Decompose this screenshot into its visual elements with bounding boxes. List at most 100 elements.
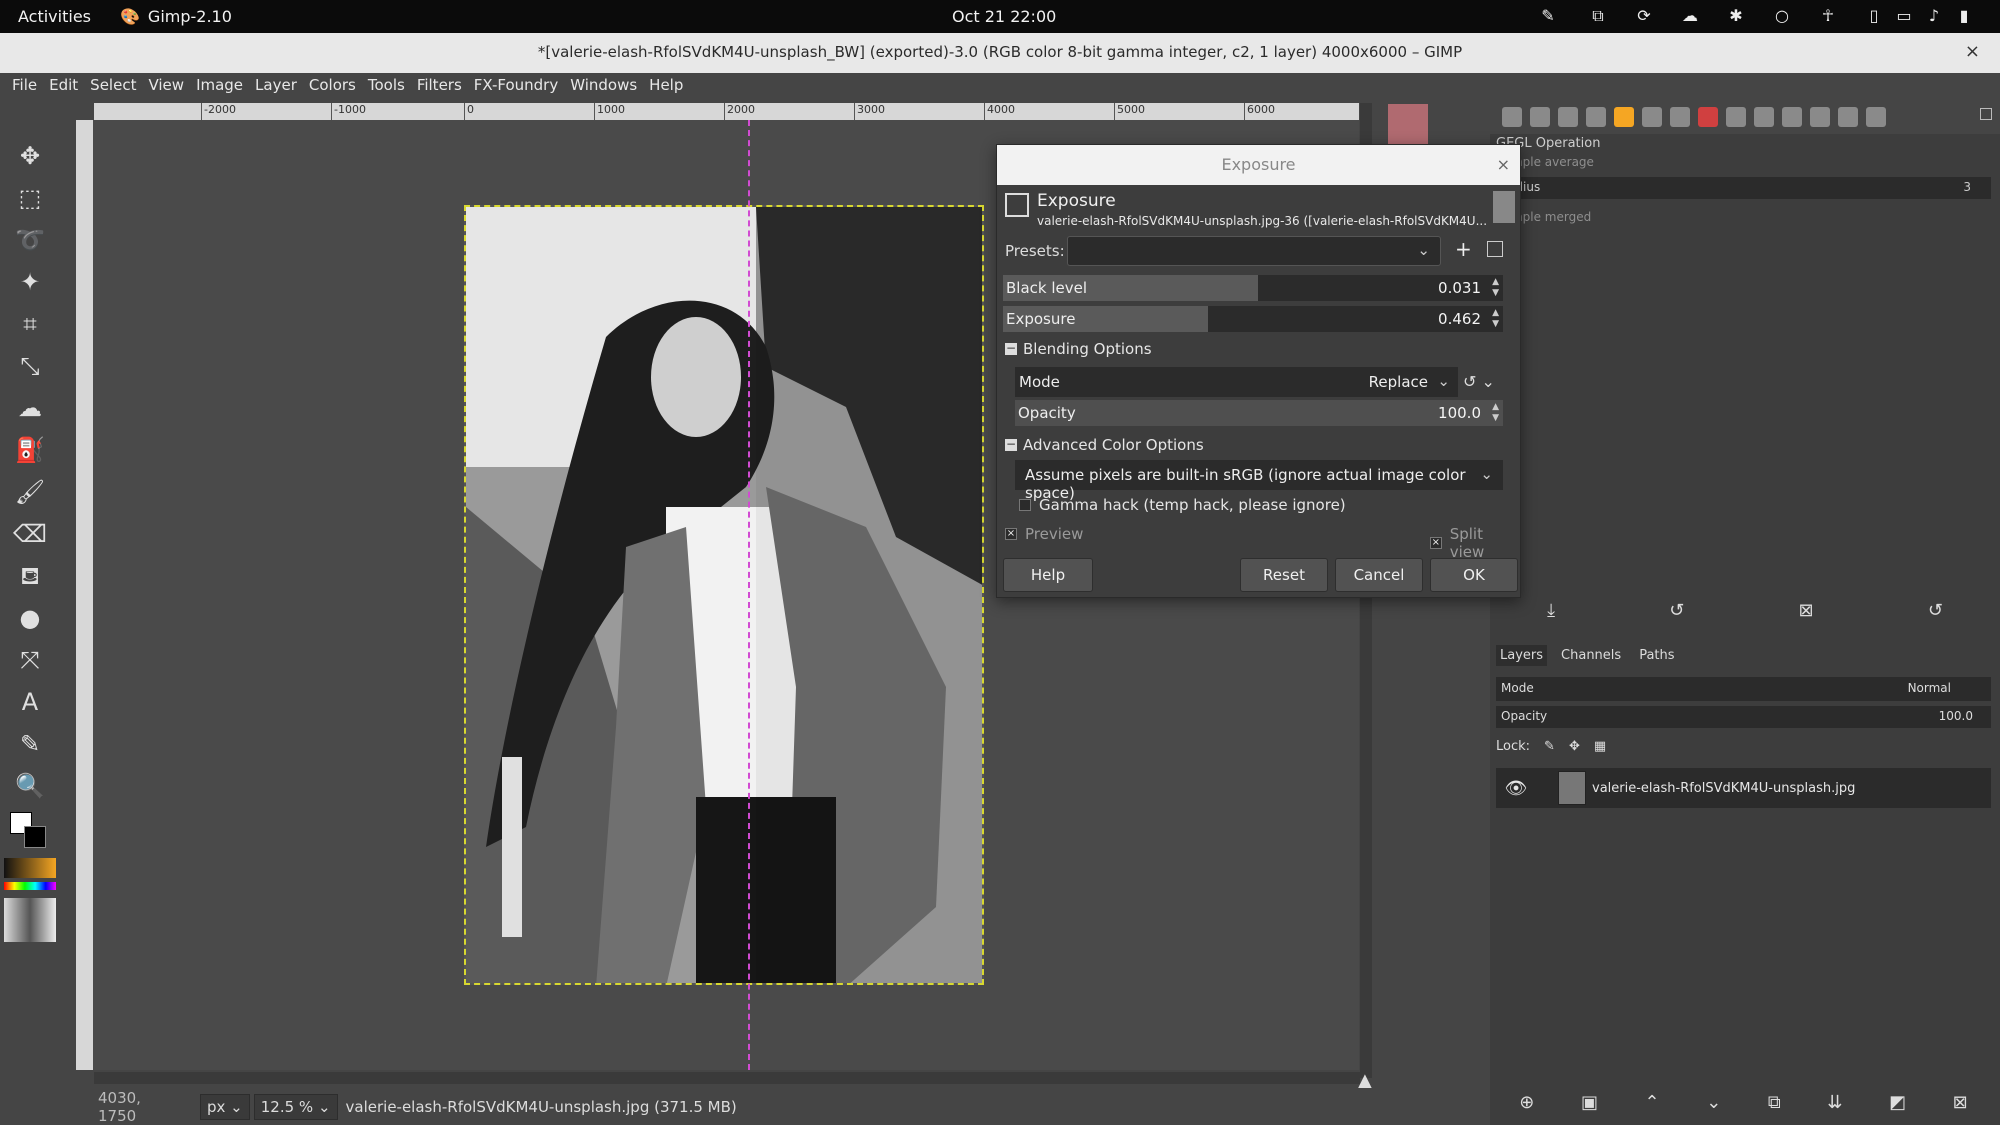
bucket-fill-tool-icon[interactable]: ⛽ [12, 432, 48, 468]
layer-mode-select[interactable]: Mode Normal [1496, 677, 1991, 701]
spin-arrows-icon[interactable]: ▲ ▼ [1492, 277, 1499, 299]
window-close-button[interactable]: × [1965, 41, 1980, 62]
save-options-icon[interactable]: ⤓ [1547, 600, 1555, 621]
transform-tool-icon[interactable]: ⤡ [12, 348, 48, 384]
radius-slider[interactable]: Radius 3 [1496, 177, 1991, 199]
crop-tool-icon[interactable]: ⌗ [12, 306, 48, 342]
blend-mode-select[interactable]: Mode Replace ⌄ [1015, 367, 1458, 397]
dialog-close-button[interactable]: × [1497, 145, 1510, 185]
color-picker-tool-icon[interactable]: ✎ [12, 726, 48, 762]
move-tool-icon[interactable]: ✥ [12, 138, 48, 174]
help-button[interactable]: Help [1003, 558, 1093, 592]
add-mask-icon[interactable]: ◩ [1889, 1092, 1906, 1120]
gradient-icon[interactable] [1614, 107, 1634, 127]
templates-icon[interactable] [1726, 107, 1746, 127]
sync-icon[interactable]: ⟳ [1634, 6, 1654, 26]
advanced-color-options-expander[interactable]: − Advanced Color Options [1005, 436, 1204, 454]
rect-select-tool-icon[interactable]: ⬚ [12, 180, 48, 216]
blending-options-expander[interactable]: − Blending Options [1005, 340, 1152, 358]
tab-paths[interactable]: Paths [1635, 645, 1678, 666]
menu-view[interactable]: View [142, 73, 190, 99]
menu-windows[interactable]: Windows [564, 73, 643, 99]
menu-file[interactable]: File [6, 73, 43, 99]
undo-history-icon[interactable] [1558, 107, 1578, 127]
zoom-tool-icon[interactable]: 🔍 [12, 768, 48, 804]
menu-fx-foundry[interactable]: FX-Foundry [468, 73, 564, 99]
circle-icon[interactable]: ○ [1772, 6, 1792, 26]
lower-layer-icon[interactable]: ⌄ [1706, 1092, 1721, 1120]
black-level-slider[interactable]: Black level 0.031 ▲ ▼ [1003, 275, 1503, 301]
volume-icon[interactable]: ♪ [1924, 6, 1944, 26]
visibility-eye-icon[interactable]: 👁 [1496, 778, 1536, 799]
lock-position-icon[interactable]: ✥ [1569, 739, 1580, 754]
restore-options-icon[interactable]: ↺ [1669, 600, 1684, 621]
lock-pixels-icon[interactable]: ✎ [1544, 739, 1555, 754]
layer-item[interactable]: 👁 valerie-elash-RfolSVdKM4U-unsplash.jpg [1496, 768, 1991, 808]
tab-layers[interactable]: Layers [1496, 645, 1548, 666]
exposure-slider[interactable]: Exposure 0.462 ▲ ▼ [1003, 306, 1503, 332]
tab-channels[interactable]: Channels [1557, 645, 1625, 666]
image-brush-preview[interactable] [4, 898, 56, 942]
image-tab-thumbnail[interactable] [1388, 104, 1428, 144]
zoom-select[interactable]: 12.5 % ⌄ [253, 1093, 338, 1120]
palette-icon[interactable] [1698, 107, 1718, 127]
pointer-icon[interactable] [1754, 107, 1774, 127]
menu-edit[interactable]: Edit [43, 73, 84, 99]
duplicate-layer-icon[interactable]: ⧉ [1768, 1092, 1781, 1120]
buffers-icon[interactable] [1810, 107, 1830, 127]
paths-tool-icon[interactable]: ⤧ [12, 642, 48, 678]
horizontal-scrollbar[interactable] [94, 1072, 1360, 1084]
raise-layer-icon[interactable]: ⌃ [1645, 1092, 1660, 1120]
delete-layer-icon[interactable]: ⊠ [1953, 1092, 1968, 1120]
menu-colors[interactable]: Colors [303, 73, 362, 99]
vertical-guide[interactable] [748, 120, 750, 1070]
selection-editor-icon[interactable] [1866, 107, 1886, 127]
activities-button[interactable]: Activities [18, 7, 91, 26]
patterns-icon[interactable] [1838, 107, 1858, 127]
new-layer-group-icon[interactable]: ▣ [1581, 1092, 1598, 1120]
color-picker-icon[interactable]: ✎ [1538, 6, 1558, 26]
image-photo[interactable] [464, 205, 984, 985]
background-color-swatch[interactable] [24, 826, 46, 848]
device-status-icon[interactable] [1530, 107, 1550, 127]
merge-down-icon[interactable]: ⇊ [1827, 1092, 1842, 1120]
extension-icon[interactable]: ✱ [1726, 6, 1746, 26]
opacity-slider[interactable]: Opacity 100.0 ▲ ▼ [1015, 400, 1503, 426]
presets-select[interactable]: ⌄ [1067, 236, 1441, 266]
menu-tools[interactable]: Tools [362, 73, 411, 99]
gamma-hack-checkbox[interactable]: Gamma hack (temp hack, please ignore) [1019, 496, 1346, 514]
fuzzy-select-tool-icon[interactable]: ✦ [12, 264, 48, 300]
tool-options-icon[interactable] [1502, 107, 1522, 127]
presets-menu-icon[interactable] [1487, 241, 1503, 257]
composite-mode-button[interactable]: ↺ ⌄ [1463, 367, 1503, 397]
vertical-ruler[interactable] [76, 120, 93, 1070]
menu-image[interactable]: Image [190, 73, 249, 99]
battery-icon[interactable]: ▮ [1954, 6, 1974, 26]
color-space-select[interactable]: Assume pixels are built-in sRGB (ignore … [1015, 460, 1503, 502]
paintbrush-tool-icon[interactable]: 🖌 [12, 474, 48, 510]
brushes-icon[interactable] [1670, 107, 1690, 127]
horizontal-ruler[interactable]: -2000 -1000 0 1000 2000 3000 4000 5000 6… [94, 103, 1359, 120]
menu-select[interactable]: Select [84, 73, 142, 99]
lock-alpha-icon[interactable]: ▦ [1594, 739, 1606, 754]
unit-select[interactable]: px ⌄ [200, 1093, 250, 1120]
dock-menu-icon[interactable] [1980, 108, 1992, 120]
smudge-tool-icon[interactable]: ● [12, 600, 48, 636]
add-preset-icon[interactable]: + [1455, 237, 1472, 261]
app-menu[interactable]: 🎨 Gimp-2.10 [120, 7, 232, 26]
lasso-tool-icon[interactable]: ➰ [12, 222, 48, 258]
new-layer-icon[interactable]: ⊕ [1519, 1092, 1534, 1120]
menu-layer[interactable]: Layer [249, 73, 303, 99]
warp-tool-icon[interactable]: ☁ [12, 390, 48, 426]
split-view-checkbox[interactable]: × Split view [1430, 525, 1520, 561]
images-icon[interactable] [1586, 107, 1606, 127]
fonts-icon[interactable] [1642, 107, 1662, 127]
accessibility-icon[interactable]: ☥ [1818, 6, 1838, 26]
text-tool-icon[interactable]: A [12, 684, 48, 720]
reset-options-icon[interactable]: ↺ [1928, 600, 1943, 621]
menu-filters[interactable]: Filters [411, 73, 468, 99]
clone-tool-icon[interactable]: ⛾ [12, 558, 48, 594]
cloud-icon[interactable]: ☁ [1680, 6, 1700, 26]
dashboard-icon[interactable] [1782, 107, 1802, 127]
dialog-titlebar[interactable]: Exposure × [997, 145, 1520, 185]
